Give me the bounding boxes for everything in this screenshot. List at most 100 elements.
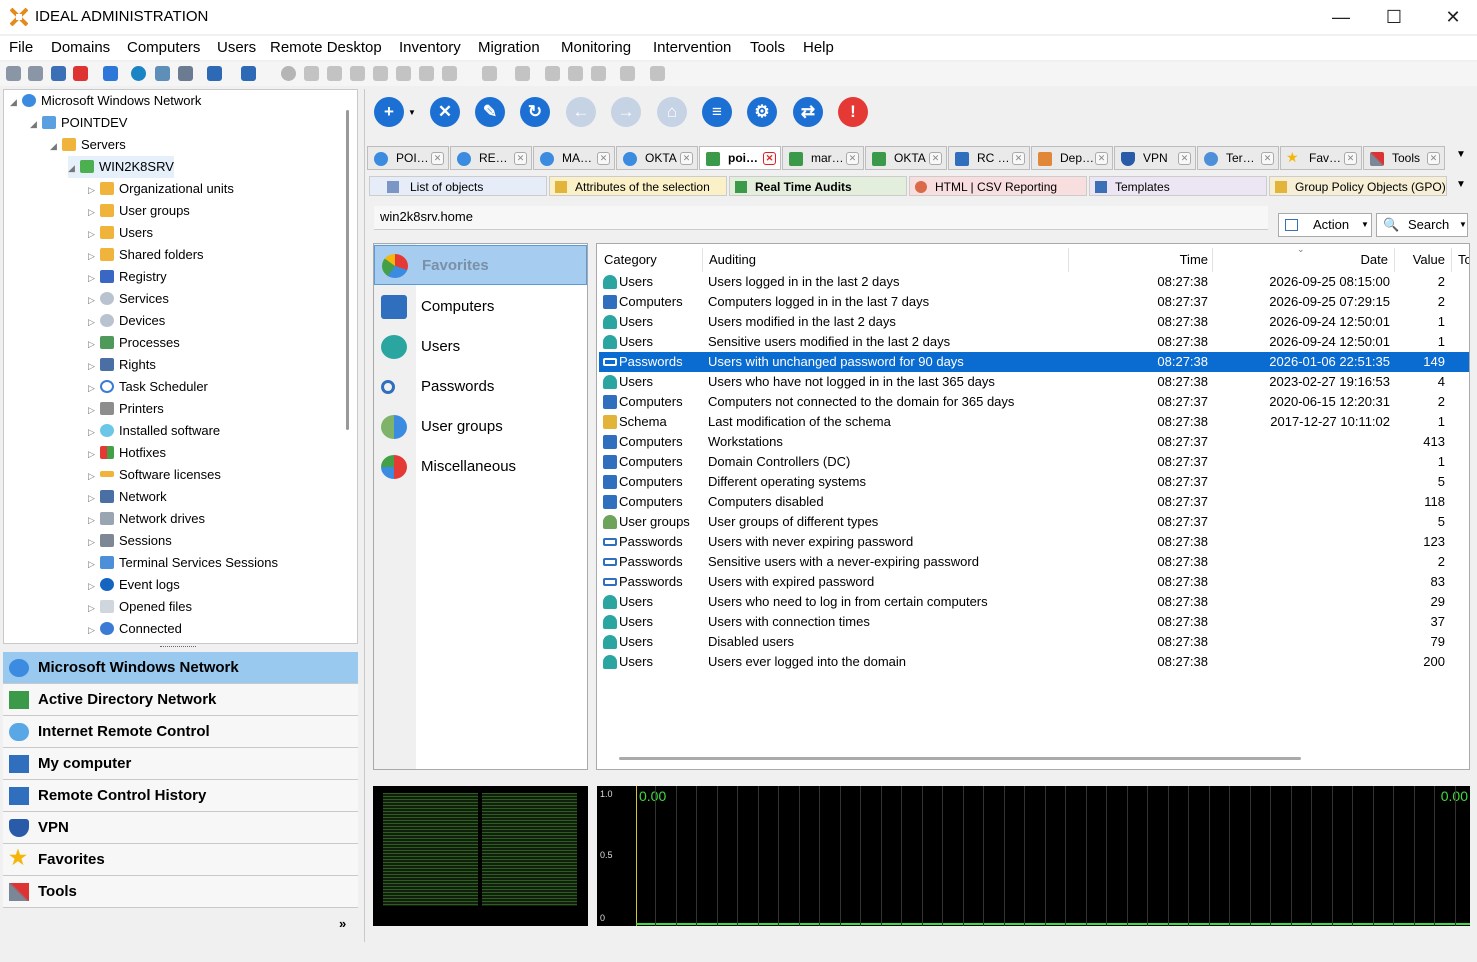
tab-close-button[interactable]: ✕	[929, 152, 942, 165]
tab-rc[interactable]: RC … ✕	[948, 146, 1030, 170]
tree-item[interactable]: ▷ Users	[88, 222, 153, 244]
toolbar-icon[interactable]	[515, 66, 530, 81]
tree-item[interactable]: ▷ Sessions	[88, 530, 172, 552]
back-button[interactable]: ←	[566, 97, 596, 127]
tab-vpn[interactable]: VPN ✕	[1114, 146, 1196, 170]
table-row[interactable]: Computers Computers not connected to the …	[599, 392, 1469, 412]
tab-close-button[interactable]: ✕	[431, 152, 444, 165]
table-row[interactable]: Computers Computers logged in in the last…	[599, 292, 1469, 312]
menu-domains[interactable]: Domains	[51, 39, 110, 56]
table-row[interactable]: Passwords Sensitive users with a never-ex…	[599, 552, 1469, 572]
category-users[interactable]: Users	[374, 327, 587, 367]
tree-item[interactable]: ▷ Hotfixes	[88, 442, 166, 464]
toolbar-icon[interactable]	[650, 66, 665, 81]
menu-users[interactable]: Users	[217, 39, 256, 56]
toolbar-icon[interactable]	[568, 66, 583, 81]
toolbar-icon[interactable]	[327, 66, 342, 81]
document-button[interactable]: ≡	[702, 97, 732, 127]
table-row[interactable]: Users Users who need to log in from certa…	[599, 592, 1469, 612]
close-button[interactable]: ✕	[1424, 2, 1477, 32]
minimize-button[interactable]: —	[1312, 2, 1370, 32]
toolbar-icon[interactable]	[131, 66, 146, 81]
tab-close-button[interactable]: ✕	[597, 152, 610, 165]
table-row[interactable]: User groups User groups of different type…	[599, 512, 1469, 532]
nav-active-directory-network[interactable]: Active Directory Network	[3, 684, 358, 716]
table-row[interactable]: Users Sensitive users modified in the las…	[599, 332, 1469, 352]
toolbar-icon[interactable]	[155, 66, 170, 81]
toolbar-icon[interactable]	[591, 66, 606, 81]
table-row[interactable]: Computers Computers disabled 08:27:37 118	[599, 492, 1469, 512]
add-dropdown-icon[interactable]: ▼	[408, 108, 416, 117]
tab-ma[interactable]: MA… ✕	[533, 146, 615, 170]
toolbar-icon[interactable]	[207, 66, 222, 81]
tab-close-button[interactable]: ✕	[1427, 152, 1440, 165]
splitter-handle[interactable]	[160, 646, 196, 649]
subtab-attributes-of-selection[interactable]: Attributes of the selection	[549, 176, 727, 196]
subtab-templates[interactable]: Templates	[1089, 176, 1267, 196]
toolbar-icon[interactable]	[241, 66, 256, 81]
tab-tools[interactable]: Tools ✕	[1363, 146, 1445, 170]
toolbar-icon[interactable]	[51, 66, 66, 81]
tab-okta[interactable]: OKTA ✕	[616, 146, 698, 170]
forward-button[interactable]: →	[611, 97, 641, 127]
nav-overflow-button[interactable]: »	[339, 916, 346, 931]
table-row[interactable]: Users Users logged in in the last 2 days 0…	[599, 272, 1469, 292]
nav-my-computer[interactable]: My computer	[3, 748, 358, 780]
tree-item[interactable]: ▷ Registry	[88, 266, 167, 288]
remote-button[interactable]: ⇄	[793, 97, 823, 127]
subtab-list-of-objects[interactable]: List of objects	[369, 176, 547, 196]
nav-vpn[interactable]: VPN	[3, 812, 358, 844]
tab-close-button[interactable]: ✕	[1344, 152, 1357, 165]
menu-file[interactable]: File	[9, 39, 33, 56]
toolbar-icon[interactable]	[28, 66, 43, 81]
maximize-button[interactable]: ☐	[1365, 2, 1423, 32]
subtab-html-csv-reporting[interactable]: HTML | CSV Reporting	[909, 176, 1087, 196]
table-row[interactable]: Passwords Users with expired password 08:2…	[599, 572, 1469, 592]
tree-item[interactable]: ▷ Printers	[88, 398, 164, 420]
search-button[interactable]: 🔍 Search ▼	[1376, 213, 1468, 237]
table-row[interactable]: Users Users modified in the last 2 days 08…	[599, 312, 1469, 332]
menu-migration[interactable]: Migration	[478, 39, 540, 56]
tab-close-button[interactable]: ✕	[763, 152, 776, 165]
horizontal-scrollbar[interactable]	[619, 757, 1301, 760]
tree-item[interactable]: ▷ Terminal Services Sessions	[88, 552, 278, 574]
delete-button[interactable]: ✕	[430, 97, 460, 127]
toolbar-icon[interactable]	[304, 66, 319, 81]
tree-item[interactable]: ▷ Network drives	[88, 508, 205, 530]
nav-remote-control-history[interactable]: Remote Control History	[3, 780, 358, 812]
toolbar-icon[interactable]	[442, 66, 457, 81]
tree-item-selected[interactable]: ◢ WIN2K8SRV	[68, 156, 174, 178]
tab-poi[interactable]: POI… ✕	[367, 146, 449, 170]
menu-computers[interactable]: Computers	[127, 39, 200, 56]
table-row[interactable]: Users Users with connection times 08:27:38…	[599, 612, 1469, 632]
table-row[interactable]: Passwords Users with never expiring passw…	[599, 532, 1469, 552]
tree-item[interactable]: ▷ Connected	[88, 618, 182, 640]
tab-okta-ad[interactable]: OKTA ✕	[865, 146, 947, 170]
alert-button[interactable]: !	[838, 97, 868, 127]
table-row[interactable]: Computers Domain Controllers (DC) 08:27:37…	[599, 452, 1469, 472]
audit-results-grid[interactable]: Category Auditing Time Date ⌄ Value To U…	[596, 243, 1470, 770]
category-user-groups[interactable]: User groups	[374, 407, 587, 447]
tree-item[interactable]: ▷ Task Scheduler	[88, 376, 208, 398]
tree-item[interactable]: ▷ Organizational units	[88, 178, 234, 200]
tree-scrollbar[interactable]	[346, 110, 349, 430]
subtab-gpo[interactable]: Group Policy Objects (GPO)	[1269, 176, 1447, 196]
action-button[interactable]: Action ▼	[1278, 213, 1372, 237]
nav-internet-remote-control[interactable]: Internet Remote Control	[3, 716, 358, 748]
nav-microsoft-windows-network[interactable]: Microsoft Windows Network	[3, 652, 358, 684]
toolbar-icon[interactable]	[178, 66, 193, 81]
table-row[interactable]: Users Users who have not logged in in the…	[599, 372, 1469, 392]
nav-tools[interactable]: Tools	[3, 876, 358, 908]
refresh-button[interactable]: ↻	[520, 97, 550, 127]
category-computers[interactable]: Computers	[374, 287, 587, 327]
toolbar-icon[interactable]	[373, 66, 388, 81]
tab-close-button[interactable]: ✕	[514, 152, 527, 165]
menu-monitoring[interactable]: Monitoring	[561, 39, 631, 56]
tree-item[interactable]: ▷ Services	[88, 288, 169, 310]
toolbar-icon[interactable]	[545, 66, 560, 81]
tree-item[interactable]: ◢ Servers	[50, 134, 126, 156]
category-favorites[interactable]: Favorites	[374, 245, 587, 285]
network-tree[interactable]: ◢ Microsoft Windows Network ◢ POINTDEV ◢ Se…	[3, 89, 358, 644]
tab-re[interactable]: RE… ✕	[450, 146, 532, 170]
menu-tools[interactable]: Tools	[750, 39, 785, 56]
